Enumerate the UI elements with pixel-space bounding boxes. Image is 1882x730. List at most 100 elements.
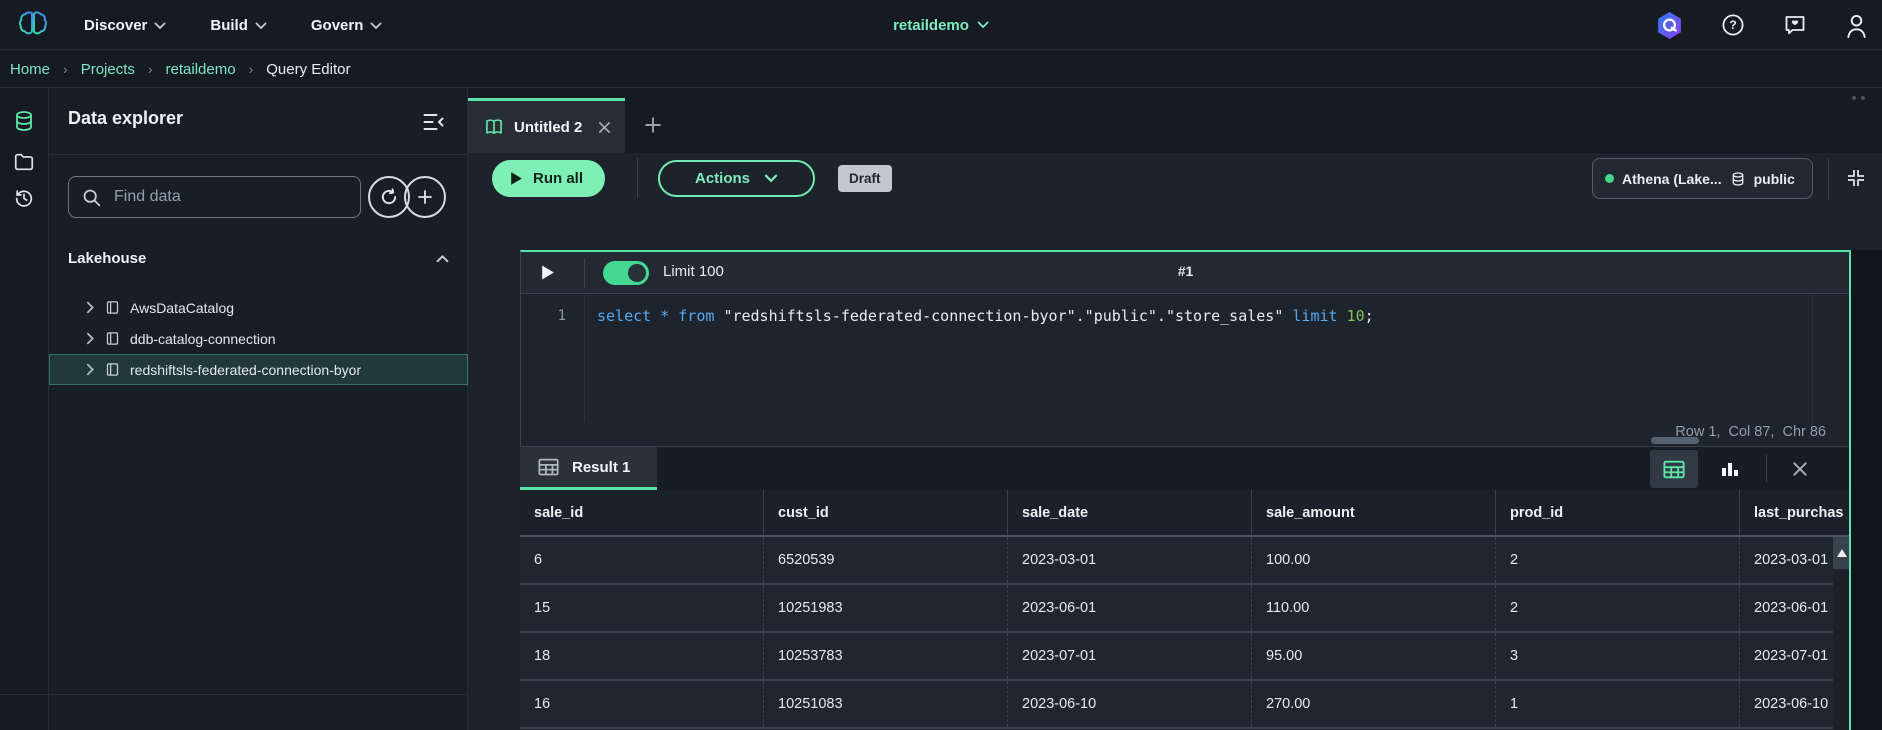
chart-view-button[interactable] [1708, 450, 1752, 488]
tree-item-AwsDataCatalog[interactable]: AwsDataCatalog [49, 292, 468, 323]
table-cell: 16 [520, 681, 764, 727]
sql-token: select [597, 307, 652, 325]
app-logo-icon[interactable] [16, 8, 50, 42]
profile-icon[interactable] [1845, 13, 1868, 38]
table-cell: 270.00 [1252, 681, 1496, 727]
divider [1766, 455, 1767, 482]
chevron-down-icon [154, 22, 166, 30]
project-dropdown[interactable]: retaildemo [893, 0, 989, 50]
tree-item-label: AwsDataCatalog [130, 299, 235, 316]
nav-menu-govern[interactable]: Govern [311, 17, 383, 34]
sql-token: limit [1292, 307, 1338, 325]
draft-label: Draft [849, 171, 881, 186]
column-header-last_purchas[interactable]: last_purchas [1740, 490, 1851, 535]
connection-status-dot [1605, 174, 1614, 183]
cell-number: #1 [1177, 263, 1194, 279]
table-row[interactable]: 16 10251083 2023-06-10 270.00 1 2023-06-10 [520, 681, 1851, 729]
chevron-right-icon [86, 363, 94, 376]
column-header-sale_id[interactable]: sale_id [520, 490, 764, 535]
column-header-cust_id[interactable]: cust_id [764, 490, 1008, 535]
svg-text:?: ? [1729, 18, 1736, 32]
table-row[interactable]: 15 10251983 2023-06-01 110.00 2 2023-06-01 [520, 585, 1851, 633]
table-header-row: sale_id cust_id sale_date sale_amount prod_i… [520, 490, 1851, 537]
search-input[interactable] [114, 188, 348, 206]
divider [49, 154, 468, 155]
chevron-down-icon [764, 174, 778, 183]
breadcrumb-separator: › [147, 61, 153, 77]
editor-scrollbar-gutter [1812, 295, 1813, 422]
cell-header: Limit 100 #1 [521, 252, 1850, 294]
database-icon [1730, 171, 1746, 187]
chevron-right-icon [86, 301, 94, 314]
divider [637, 158, 638, 198]
table-row[interactable]: 6 6520539 2023-03-01 100.00 2 2023-03-01 [520, 537, 1851, 585]
table-cell: 10251983 [764, 585, 1008, 631]
top-nav-bar: Discover Build Govern retaildemo ? [0, 0, 1882, 50]
history-icon[interactable] [13, 187, 35, 209]
table-cell: 2023-03-01 [1008, 537, 1252, 583]
search-icon [81, 187, 102, 208]
tree-item-ddb-catalog-connection[interactable]: ddb-catalog-connection [49, 323, 468, 354]
files-icon[interactable] [13, 151, 35, 173]
table-cell: 10251083 [764, 681, 1008, 727]
tree-item-redshiftsls-federated-connection-byor[interactable]: redshiftsls-federated-connection-byor [49, 354, 468, 385]
table-cell: 3 [1496, 633, 1740, 679]
q-assistant-icon[interactable] [1656, 11, 1683, 40]
sql-token: 10 [1346, 307, 1365, 325]
catalog-icon [106, 301, 119, 314]
nav-menu-discover[interactable]: Discover [84, 17, 166, 34]
main-content: Untitled 2 Run all Actions Draft Athena … [468, 88, 1882, 730]
breadcrumb-separator: › [63, 61, 68, 77]
breadcrumb-item[interactable]: Projects [81, 61, 135, 78]
result-tab[interactable]: Result 1 [520, 447, 657, 490]
editor-tab-bar: Untitled 2 [468, 88, 1882, 153]
divider [1828, 158, 1829, 200]
tree-item-label: redshiftsls-federated-connection-byor [130, 361, 362, 378]
line-number: 1 [557, 308, 566, 324]
play-icon [511, 172, 522, 185]
top-icon-group: ? [1656, 0, 1868, 50]
connection-dropdown[interactable]: Athena (Lake... public [1592, 158, 1813, 199]
connection-label: Athena (Lake... [1622, 170, 1722, 187]
close-results-icon[interactable] [1782, 450, 1818, 488]
column-header-sale_amount[interactable]: sale_amount [1252, 490, 1496, 535]
nav-menu-label: Govern [310, 16, 364, 34]
actions-button[interactable]: Actions [658, 160, 815, 197]
tab-label: Untitled 2 [514, 118, 583, 136]
right-gutter [1851, 250, 1882, 730]
breadcrumb-item[interactable]: retaildemo [166, 61, 236, 78]
editor-horizontal-scrollbar[interactable] [1651, 437, 1699, 444]
sql-token: from [678, 307, 715, 325]
lakehouse-section-header[interactable]: Lakehouse [68, 250, 449, 267]
breadcrumb-item[interactable]: Home [10, 61, 50, 78]
run-all-button[interactable]: Run all [492, 160, 606, 197]
help-icon[interactable]: ? [1721, 13, 1745, 37]
sql-editor[interactable]: 1 select * from "redshiftsls-federated-c… [521, 295, 1850, 422]
catalog-icon [106, 332, 119, 345]
table-view-button[interactable] [1650, 450, 1698, 488]
close-tab-icon[interactable] [598, 121, 611, 134]
search-box [68, 176, 361, 218]
result-tab-label: Result 1 [572, 458, 631, 476]
table-cell: 2023-06-10 [1008, 681, 1252, 727]
data-explorer-icon[interactable] [12, 109, 36, 133]
feedback-icon[interactable] [1783, 13, 1807, 37]
table-cell: 95.00 [1252, 633, 1496, 679]
table-cell: 1 [1496, 681, 1740, 727]
table-cell: 2023-07-01 [1008, 633, 1252, 679]
draft-status-badge: Draft [838, 165, 892, 192]
column-header-sale_date[interactable]: sale_date [1008, 490, 1252, 535]
chevron-up-icon [436, 254, 449, 263]
catalog-icon [106, 363, 119, 376]
nav-menu-build[interactable]: Build [210, 17, 267, 34]
new-tab-button[interactable] [638, 110, 668, 140]
table-row[interactable]: 18 10253783 2023-07-01 95.00 3 2023-07-01 [520, 633, 1851, 681]
compress-panel-icon[interactable] [1840, 163, 1872, 193]
overflow-dots-icon [1852, 96, 1865, 100]
add-data-button[interactable] [404, 176, 446, 218]
collapse-panel-icon[interactable] [421, 111, 446, 138]
run-all-label: Run all [533, 170, 584, 187]
column-header-prod_id[interactable]: prod_id [1496, 490, 1740, 535]
tab-untitled-2[interactable]: Untitled 2 [468, 98, 625, 153]
